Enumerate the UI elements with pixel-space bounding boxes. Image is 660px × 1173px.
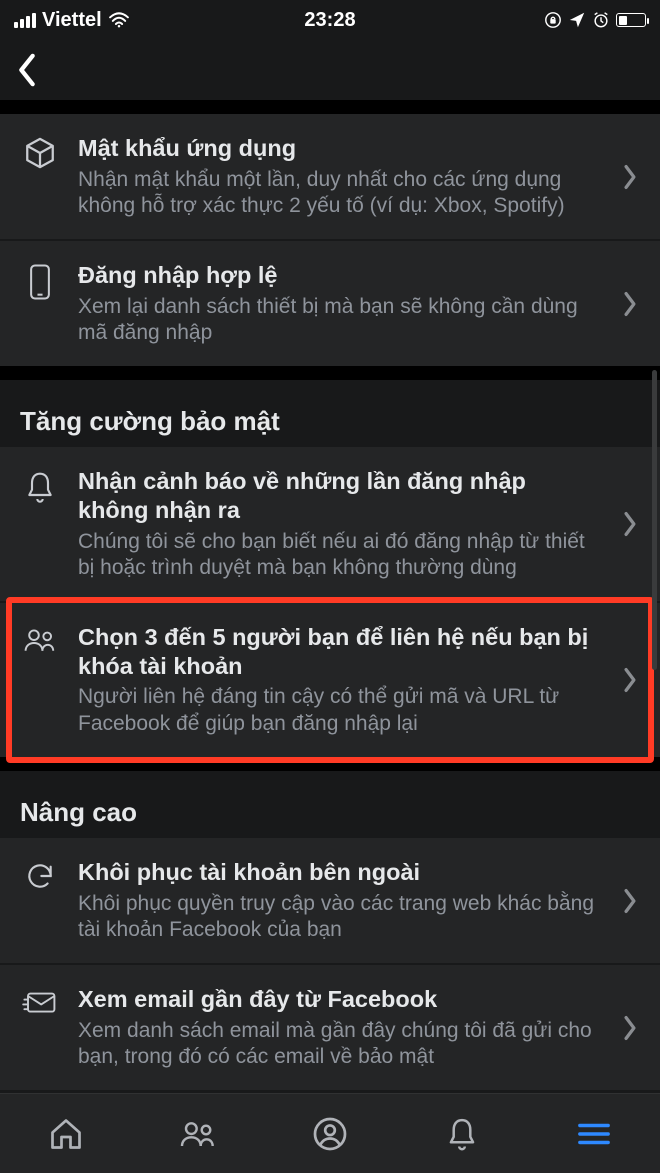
box-icon <box>20 134 60 170</box>
row-title: Mật khẩu ứng dụng <box>78 134 594 163</box>
row-title: Chọn 3 đến 5 người bạn để liên hệ nếu bạ… <box>78 623 594 680</box>
row-external-recovery[interactable]: Khôi phục tài khoản bên ngoài Khôi phục … <box>0 838 660 963</box>
row-recent-emails[interactable]: Xem email gần đây từ Facebook Xem danh s… <box>0 963 660 1090</box>
chevron-right-icon <box>616 667 644 693</box>
tab-menu[interactable] <box>528 1120 660 1148</box>
tab-profile[interactable] <box>264 1116 396 1152</box>
phone-icon <box>20 261 60 301</box>
nav-bar <box>0 40 660 100</box>
chevron-right-icon <box>616 291 644 317</box>
battery-icon <box>616 13 646 27</box>
row-subtitle: Khôi phục quyền truy cập vào các trang w… <box>78 891 594 944</box>
row-app-passwords[interactable]: Mật khẩu ứng dụng Nhận mật khẩu một lần,… <box>0 114 660 239</box>
tab-notifications[interactable] <box>396 1116 528 1152</box>
chevron-right-icon <box>616 888 644 914</box>
row-subtitle: Xem danh sách email mà gần đây chúng tôi… <box>78 1018 594 1071</box>
settings-content: Mật khẩu ứng dụng Nhận mật khẩu một lần,… <box>0 100 660 1093</box>
row-title: Xem email gần đây từ Facebook <box>78 985 594 1014</box>
bell-icon <box>20 467 60 505</box>
row-title: Đăng nhập hợp lệ <box>78 261 594 290</box>
status-bar: Viettel 23:28 <box>0 0 660 40</box>
row-subtitle: Xem lại danh sách thiết bị mà bạn sẽ khô… <box>78 294 594 347</box>
row-subtitle: Người liên hệ đáng tin cậy có thể gửi mã… <box>78 684 594 737</box>
mail-icon <box>20 985 60 1017</box>
row-title: Nhận cảnh báo về những lần đăng nhập khô… <box>78 467 594 524</box>
chevron-right-icon <box>616 1015 644 1041</box>
row-trusted-contacts[interactable]: Chọn 3 đến 5 người bạn để liên hệ nếu bạ… <box>0 601 660 757</box>
clock: 23:28 <box>0 9 660 32</box>
refresh-icon <box>20 858 60 892</box>
row-subtitle: Chúng tôi sẽ cho bạn biết nếu ai đó đăng… <box>78 529 594 582</box>
scroll-indicator <box>652 370 657 670</box>
section-heading-advanced: Nâng cao <box>0 771 660 838</box>
tab-home[interactable] <box>0 1116 132 1152</box>
friends-icon <box>20 623 60 655</box>
row-authorized-logins[interactable]: Đăng nhập hợp lệ Xem lại danh sách thiết… <box>0 239 660 366</box>
section-heading-security: Tăng cường bảo mật <box>0 380 660 447</box>
back-button[interactable] <box>16 53 38 87</box>
chevron-right-icon <box>616 164 644 190</box>
row-title: Khôi phục tài khoản bên ngoài <box>78 858 594 887</box>
chevron-right-icon <box>616 511 644 537</box>
row-login-alerts[interactable]: Nhận cảnh báo về những lần đăng nhập khô… <box>0 447 660 601</box>
tab-bar <box>0 1093 660 1173</box>
row-subtitle: Nhận mật khẩu một lần, duy nhất cho các … <box>78 167 594 220</box>
tab-friends[interactable] <box>132 1118 264 1150</box>
